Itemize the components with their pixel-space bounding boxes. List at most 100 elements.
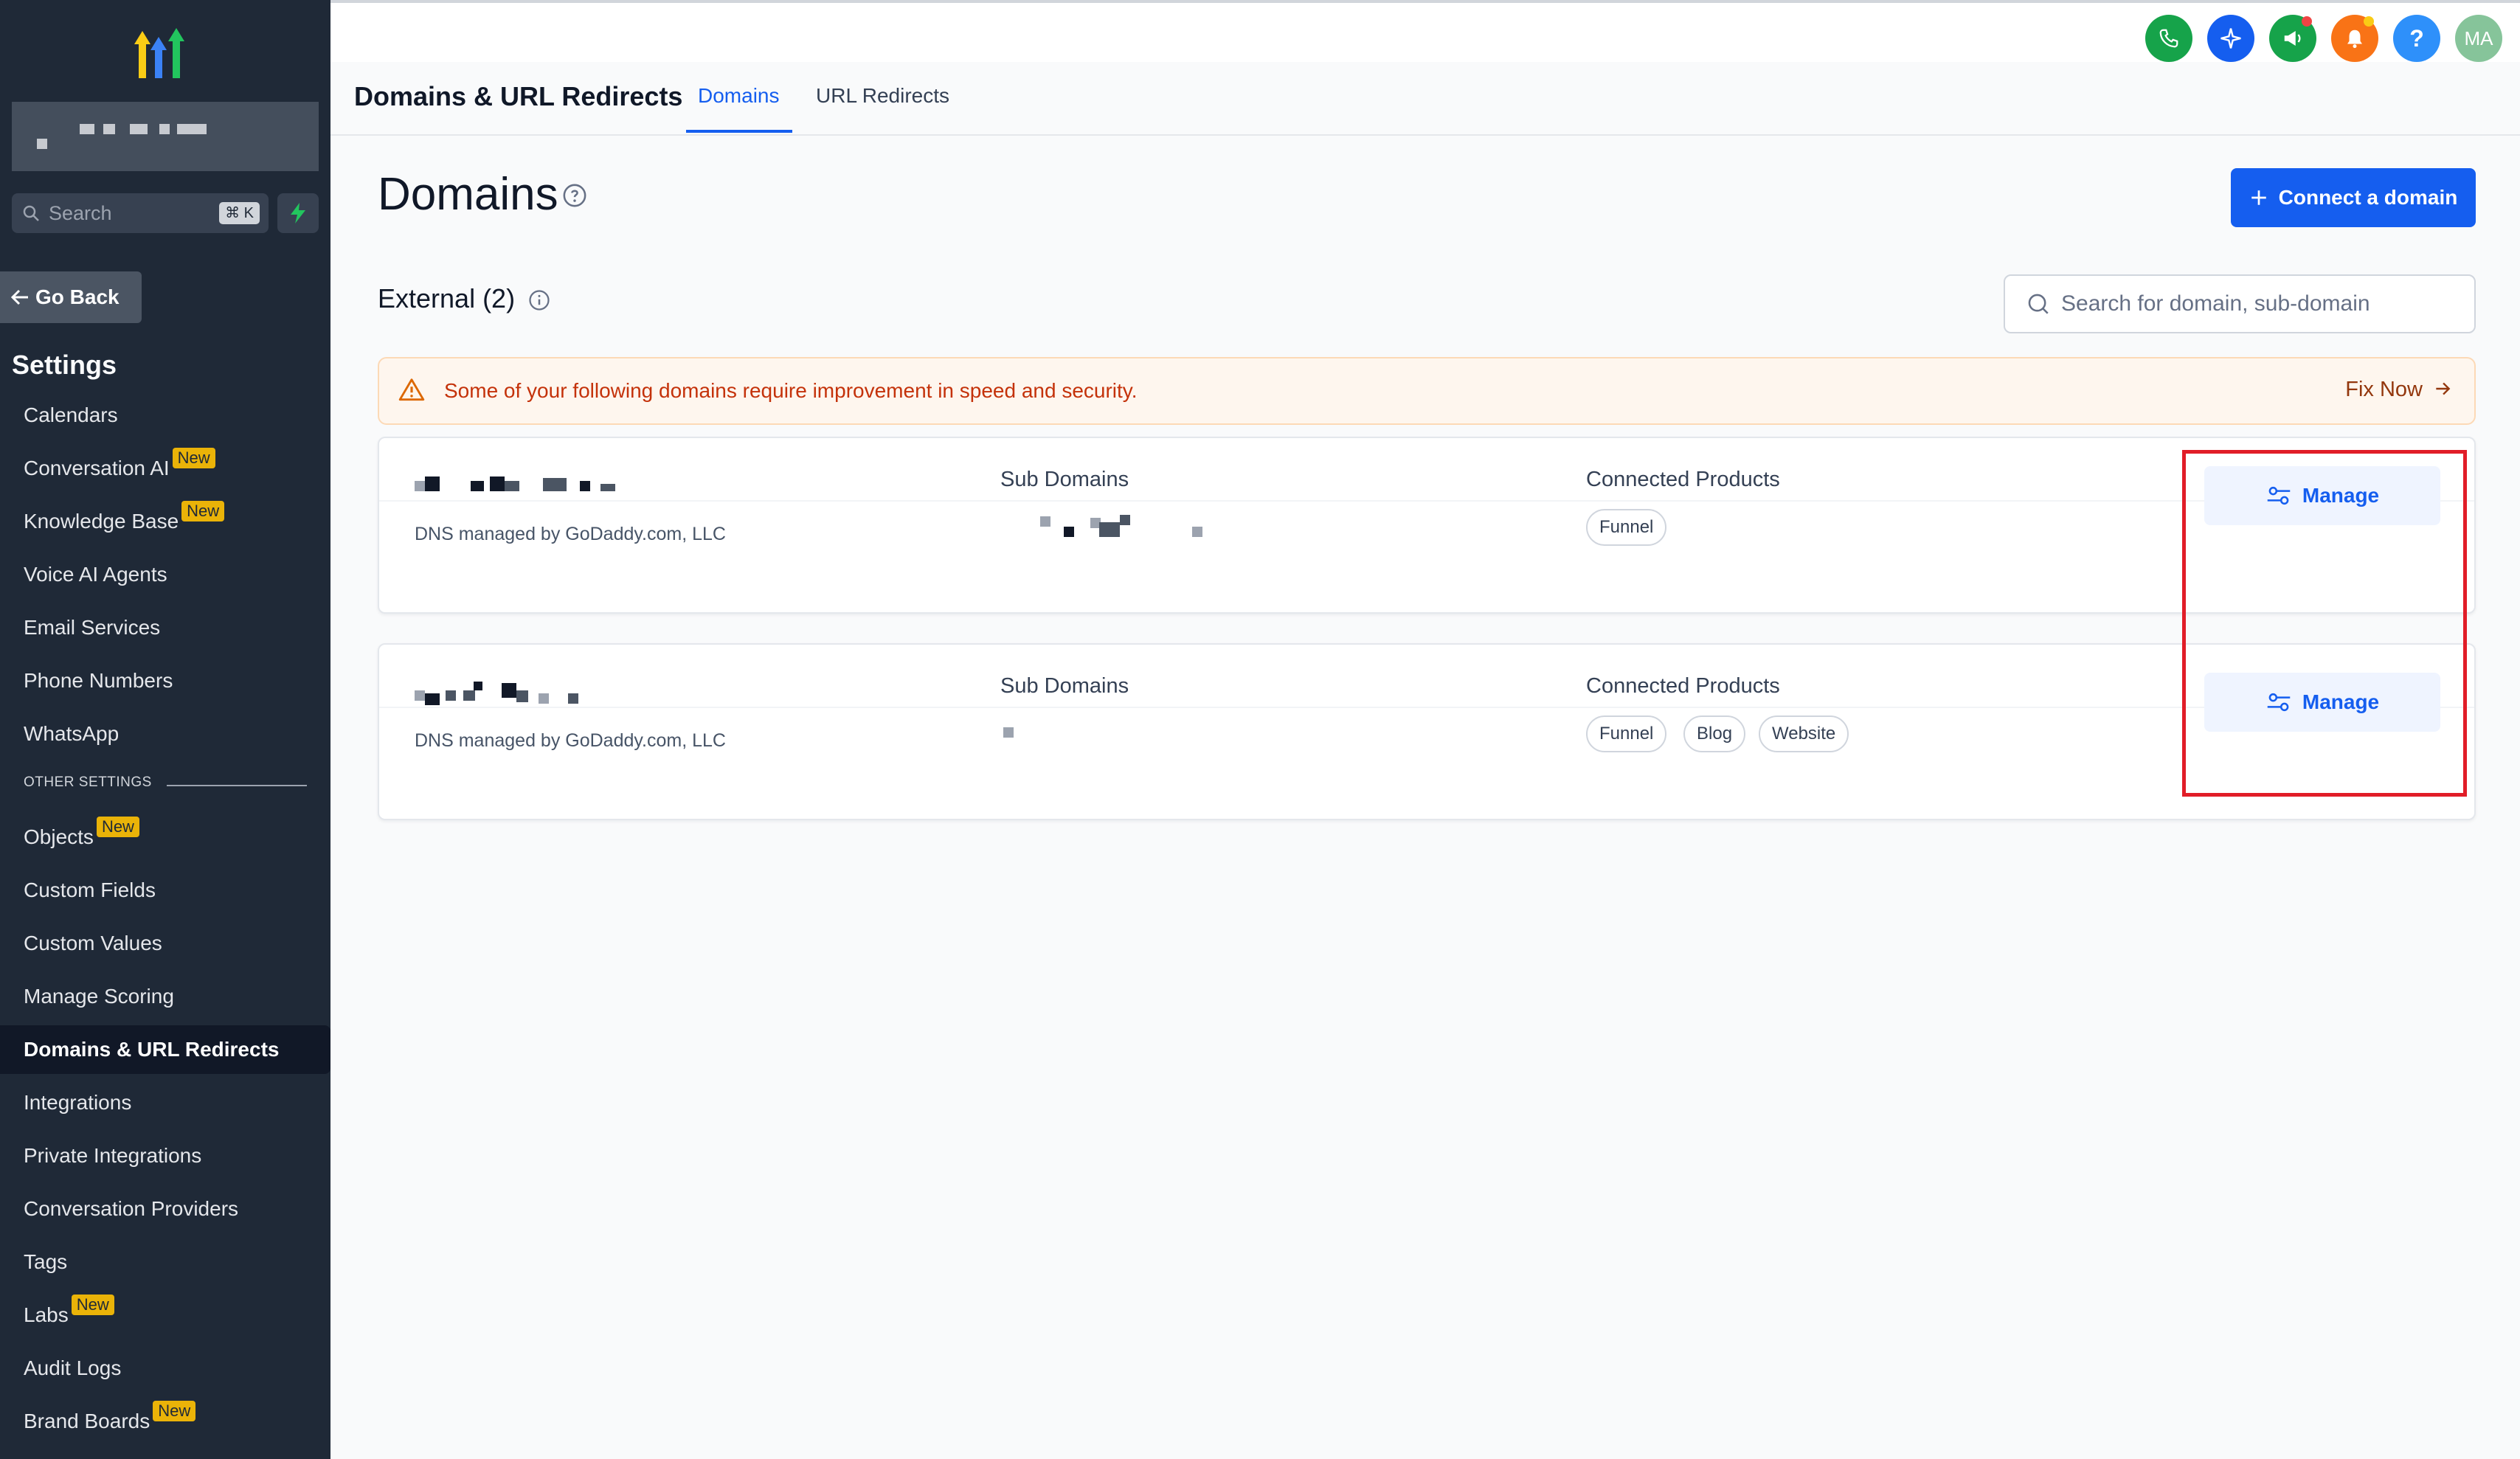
- sidebar-item-knowledge-base[interactable]: Knowledge Base New: [0, 497, 330, 546]
- sidebar-item-label: Objects: [24, 825, 94, 848]
- domain-search-placeholder: Search for domain, sub-domain: [2061, 291, 2370, 316]
- new-badge: New: [96, 817, 139, 837]
- sidebar-item-custom-fields[interactable]: Custom Fields: [0, 866, 330, 915]
- help-button[interactable]: ?: [2393, 15, 2440, 62]
- other-settings-heading: OTHER SETTINGS: [24, 774, 152, 790]
- redacted-account-name: [12, 102, 319, 171]
- product-chip-funnel: Funnel: [1586, 509, 1667, 546]
- notification-dot: [2364, 16, 2374, 27]
- highlight-annotation: [2182, 450, 2467, 797]
- active-tab-indicator: [686, 130, 792, 133]
- product-chip-blog: Blog: [1683, 715, 1746, 752]
- settings-heading: Settings: [12, 350, 117, 380]
- fix-now-link[interactable]: Fix Now: [2345, 378, 2423, 402]
- sidebar-item-label: Phone Numbers: [24, 669, 173, 692]
- dns-provider-text: DNS managed by GoDaddy.com, LLC: [415, 524, 726, 544]
- ai-assistant-button[interactable]: [2207, 15, 2254, 62]
- connect-domain-label: Connect a domain: [2278, 186, 2458, 209]
- go-back-button[interactable]: Go Back: [0, 271, 142, 323]
- top-edge: [330, 0, 2520, 3]
- warning-text: Some of your following domains require i…: [444, 379, 1138, 402]
- card-divider: [379, 500, 2474, 502]
- search-shortcut: ⌘ K: [219, 202, 260, 224]
- sidebar-item-domains-url-redirects[interactable]: Domains & URL Redirects: [0, 1025, 330, 1074]
- notifications-button[interactable]: [2331, 15, 2378, 62]
- phone-button[interactable]: [2145, 15, 2192, 62]
- sidebar-item-conversation-ai[interactable]: Conversation AI New: [0, 444, 330, 493]
- new-badge: New: [153, 1401, 196, 1421]
- sidebar-item-label: Domains & URL Redirects: [24, 1038, 280, 1061]
- sidebar-item-conversation-providers[interactable]: Conversation Providers: [0, 1185, 330, 1233]
- go-back-label: Go Back: [35, 285, 120, 308]
- page-title: Domains: [378, 169, 558, 220]
- info-icon[interactable]: [528, 289, 550, 315]
- bell-icon: [2347, 30, 2362, 49]
- tab-domains[interactable]: Domains: [698, 84, 779, 108]
- sidebar-item-manage-scoring[interactable]: Manage Scoring: [0, 972, 330, 1021]
- bolt-icon: [291, 203, 305, 223]
- sidebar-item-label: Custom Fields: [24, 878, 156, 901]
- sidebar-item-brand-boards[interactable]: Brand Boards New: [0, 1397, 330, 1446]
- sub-domains-label: Sub Domains: [1000, 468, 1129, 491]
- sidebar-item-whatsapp[interactable]: WhatsApp: [0, 710, 330, 758]
- product-chip-funnel: Funnel: [1586, 715, 1667, 752]
- sidebar-item-label: Integrations: [24, 1091, 132, 1114]
- avatar[interactable]: MA: [2455, 15, 2502, 62]
- sidebar-item-label: Knowledge Base: [24, 510, 179, 533]
- domain-search-input[interactable]: Search for domain, sub-domain: [2004, 274, 2476, 333]
- sidebar-item-label: Calendars: [24, 403, 118, 426]
- sidebar-item-label: Email Services: [24, 616, 161, 639]
- sidebar-item-calendars[interactable]: Calendars: [0, 391, 330, 440]
- sidebar-item-integrations[interactable]: Integrations: [0, 1078, 330, 1127]
- avatar-initials: MA: [2464, 27, 2493, 49]
- quick-actions-button[interactable]: [277, 193, 319, 233]
- announcements-button[interactable]: [2269, 15, 2316, 62]
- connect-domain-button[interactable]: Connect a domain: [2231, 168, 2476, 227]
- arrow-left-icon: [10, 289, 28, 305]
- sidebar-item-label: Tags: [24, 1250, 68, 1273]
- app-logo: [133, 25, 199, 84]
- sidebar-item-label: Private Integrations: [24, 1144, 202, 1167]
- sidebar-item-custom-values[interactable]: Custom Values: [0, 919, 330, 968]
- search-icon: [23, 205, 39, 221]
- notification-dot: [2302, 16, 2312, 27]
- redacted-sub-domains: [1003, 727, 1014, 738]
- plus-icon: [2251, 190, 2266, 205]
- domain-card: DNS managed by GoDaddy.com, LLC Sub Doma…: [378, 437, 2476, 614]
- warning-banner: Some of your following domains require i…: [378, 357, 2476, 425]
- sidebar-item-email-services[interactable]: Email Services: [0, 603, 330, 652]
- card-divider: [379, 707, 2474, 708]
- tab-url-redirects[interactable]: URL Redirects: [816, 84, 949, 108]
- sidebar-search-placeholder: Search: [49, 201, 112, 224]
- sidebar-item-private-integrations[interactable]: Private Integrations: [0, 1131, 330, 1180]
- sidebar: Search ⌘ K Go Back Settings Calendars Co…: [0, 0, 330, 1459]
- sidebar-item-audit-logs[interactable]: Audit Logs: [0, 1344, 330, 1393]
- sidebar-item-label: Custom Values: [24, 932, 162, 954]
- sidebar-item-label: Audit Logs: [24, 1356, 122, 1379]
- sidebar-item-label: WhatsApp: [24, 722, 120, 745]
- domain-card: DNS managed by GoDaddy.com, LLC Sub Doma…: [378, 643, 2476, 820]
- sidebar-item-label: Brand Boards: [24, 1410, 150, 1432]
- top-bar: ? MA: [330, 0, 2520, 62]
- sidebar-item-voice-ai-agents[interactable]: Voice AI Agents: [0, 550, 330, 599]
- dns-provider-text: DNS managed by GoDaddy.com, LLC: [415, 730, 726, 751]
- help-icon: ?: [2409, 24, 2424, 52]
- product-chip-website: Website: [1759, 715, 1849, 752]
- warning-triangle-icon: [397, 376, 426, 408]
- sidebar-item-objects[interactable]: Objects New: [0, 813, 330, 862]
- new-badge: New: [181, 501, 225, 521]
- sidebar-item-phone-numbers[interactable]: Phone Numbers: [0, 656, 330, 705]
- sidebar-item-label: Manage Scoring: [24, 985, 174, 1008]
- arrow-right-icon: [2433, 379, 2452, 402]
- sidebar-item-tags[interactable]: Tags: [0, 1238, 330, 1286]
- sidebar-item-label: Labs: [24, 1303, 69, 1326]
- help-circle-icon[interactable]: [562, 183, 587, 212]
- external-heading: External (2): [378, 283, 516, 313]
- megaphone-icon: [2284, 31, 2301, 46]
- section-title: Domains & URL Redirects: [354, 81, 683, 111]
- search-icon: [2028, 294, 2049, 314]
- sidebar-item-labs[interactable]: Labs New: [0, 1291, 330, 1340]
- connected-products-label: Connected Products: [1586, 468, 1780, 491]
- new-badge: New: [71, 1295, 114, 1315]
- sidebar-search[interactable]: Search ⌘ K: [12, 193, 269, 233]
